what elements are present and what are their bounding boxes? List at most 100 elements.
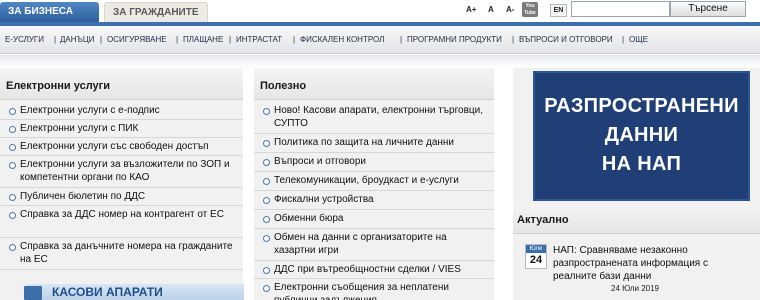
top-bar: ЗА БИЗНЕСА ЗА ГРАЖДАНИТЕ A+ A A- You Tub… — [0, 0, 760, 22]
list-item[interactable]: Електронни съобщения за неплатени публич… — [254, 279, 494, 300]
nav-item-intrastat[interactable]: ИНТРАСТАТ — [236, 35, 282, 44]
bullet-icon — [263, 216, 270, 223]
list-item-label[interactable]: Политика по защита на личните данни — [274, 136, 490, 149]
panel-header: Електронни услуги — [0, 68, 243, 100]
e-services-panel: Електронни услуги Електронни услуги с е-… — [0, 68, 243, 300]
bullet-icon — [9, 126, 16, 133]
banner-line: РАЗПРОСТРАНЕНИ — [544, 95, 739, 117]
nav-separator: | — [54, 35, 57, 44]
list-item[interactable]: Публичен бюлетин по ДДС — [0, 188, 243, 206]
list-item-label[interactable]: Фискални устройства — [274, 193, 490, 206]
nav-separator: | — [229, 35, 232, 44]
nav-shadow — [0, 55, 760, 68]
list-item[interactable]: Електронни услуги с е-подпис — [0, 102, 243, 120]
calendar-icon: Юли 24 — [525, 244, 547, 269]
list-item[interactable]: Обмен на данни с организаторите на хазар… — [254, 229, 494, 261]
list-item-label[interactable]: ДДС при вътреобщностни сделки / VIES — [274, 263, 490, 276]
list-item-label[interactable]: Електронни услуги със свободен достъп — [20, 140, 239, 153]
calendar-month: Юли — [526, 245, 546, 253]
panel-header: Полезно — [254, 68, 494, 100]
main-nav: Е-УСЛУГИ | ДАНЪЦИ | ОСИГУРЯВАНЕ | ПЛАЩАН… — [0, 26, 760, 54]
news-header: Актуално — [513, 204, 760, 234]
bullet-icon — [263, 159, 270, 166]
list-item[interactable]: Политика по защита на личните данни — [254, 134, 494, 153]
nav-separator: | — [512, 35, 515, 44]
bullet-icon — [9, 212, 16, 219]
list-item[interactable]: Обменни бюра — [254, 210, 494, 229]
list-item-label[interactable]: Обменни бюра — [274, 212, 490, 225]
nav-item-payment[interactable]: ПЛАЩАНЕ — [183, 35, 223, 44]
youtube-icon-bottom: Tube — [524, 10, 536, 16]
nav-item-e-services[interactable]: Е-УСЛУГИ — [5, 35, 44, 44]
list-item-label[interactable]: Обмен на данни с организаторите на хазар… — [274, 231, 490, 257]
bullet-icon — [263, 197, 270, 204]
bullet-icon — [263, 108, 270, 115]
list-item-label[interactable]: Ново! Касови апарати, електронни търговц… — [274, 104, 490, 130]
bullet-icon — [9, 244, 16, 251]
search-button[interactable]: Търсене — [670, 1, 746, 17]
nav-item-insurance[interactable]: ОСИГУРЯВАНЕ — [107, 35, 167, 44]
nav-separator: | — [293, 35, 296, 44]
bullet-icon — [263, 267, 270, 274]
bullet-icon — [263, 140, 270, 147]
bullet-icon — [9, 144, 16, 151]
nav-separator: | — [622, 35, 625, 44]
language-button[interactable]: EN — [550, 4, 567, 17]
nav-item-fiscal-control[interactable]: ФИСКАЛЕН КОНТРОЛ — [300, 35, 384, 44]
tab-citizens[interactable]: ЗА ГРАЖДАНИТЕ — [104, 2, 208, 22]
tab-business[interactable]: ЗА БИЗНЕСА — [0, 2, 99, 22]
calendar-day: 24 — [529, 254, 543, 266]
banner-label: КАСОВИ АПАРАТИ — [52, 285, 163, 299]
font-normal-button[interactable]: A — [488, 5, 494, 14]
news-date: 24 Юли 2019 — [611, 284, 659, 293]
list-item[interactable]: Справка за ДДС номер на контрагент от ЕС — [0, 206, 243, 238]
nav-separator: | — [100, 35, 103, 44]
list-item-label[interactable]: Електронни услуги за възложители по ЗОП … — [20, 158, 239, 184]
cash-registers-banner[interactable]: КАСОВИ АПАРАТИ — [24, 284, 244, 300]
list-item[interactable]: Електронни услуги с ПИК — [0, 120, 243, 138]
bullet-icon — [9, 162, 16, 169]
youtube-icon[interactable]: You Tube — [522, 2, 538, 17]
nav-separator: | — [400, 35, 403, 44]
list-item[interactable]: Телекомуникации, броудкаст и е-услуги — [254, 172, 494, 191]
list-item-label[interactable]: Публичен бюлетин по ДДС — [20, 190, 239, 203]
youtube-icon-top: You — [525, 3, 535, 9]
nav-item-faq[interactable]: ВЪПРОСИ И ОТГОВОРИ — [519, 35, 613, 44]
list-item-label[interactable]: Справка за данъчните номера на гражданит… — [20, 240, 239, 266]
list-item[interactable]: Въпроси и отговори — [254, 153, 494, 172]
news-headline[interactable]: НАП: Сравняваме незаконно разпространена… — [553, 244, 753, 283]
list-item-label[interactable]: Електронни услуги с ПИК — [20, 122, 239, 135]
bullet-icon — [263, 285, 270, 292]
nav-item-software[interactable]: ПРОГРАМНИ ПРОДУКТИ — [407, 35, 502, 44]
font-decrease-button[interactable]: A- — [506, 5, 514, 14]
list-item[interactable]: Фискални устройства — [254, 191, 494, 210]
nav-item-taxes[interactable]: ДАНЪЦИ — [60, 35, 95, 44]
bullet-icon — [9, 108, 16, 115]
list-item[interactable]: Ново! Касови апарати, електронни търговц… — [254, 102, 494, 134]
nav-separator: | — [176, 35, 179, 44]
right-column: РАЗПРОСТРАНЕНИ ДАННИ НА НАП Актуално Юли… — [513, 68, 760, 300]
banner-line: НА НАП — [601, 153, 682, 175]
font-increase-button[interactable]: A+ — [466, 5, 476, 14]
list-item[interactable]: Справка за данъчните номера на гражданит… — [0, 238, 243, 270]
panel-title: Електронни услуги — [6, 80, 111, 92]
bullet-icon — [263, 235, 270, 242]
cash-register-icon — [24, 286, 42, 300]
leaked-data-banner[interactable]: РАЗПРОСТРАНЕНИ ДАННИ НА НАП — [533, 71, 750, 201]
list-item-label[interactable]: Електронни услуги с е-подпис — [20, 104, 239, 117]
list-item-label[interactable]: Електронни съобщения за неплатени публич… — [274, 281, 490, 300]
list-item[interactable]: Електронни услуги със свободен достъп — [0, 138, 243, 156]
bullet-icon — [9, 194, 16, 201]
news-title: Актуално — [517, 214, 569, 226]
list-item-label[interactable]: Въпроси и отговори — [274, 155, 490, 168]
list-item-label[interactable]: Телекомуникации, броудкаст и е-услуги — [274, 174, 490, 187]
nav-item-more[interactable]: ОЩЕ — [629, 35, 648, 44]
panel-title: Полезно — [260, 80, 307, 92]
list-item[interactable]: ДДС при вътреобщностни сделки / VIES — [254, 261, 494, 279]
list-item[interactable]: Електронни услуги за възложители по ЗОП … — [0, 156, 243, 188]
bullet-icon — [263, 178, 270, 185]
banner-line: ДАННИ — [604, 124, 679, 146]
list-item-label[interactable]: Справка за ДДС номер на контрагент от ЕС — [20, 208, 239, 221]
search-input[interactable] — [571, 1, 670, 17]
useful-panel: Полезно Ново! Касови апарати, електронни… — [254, 68, 494, 300]
